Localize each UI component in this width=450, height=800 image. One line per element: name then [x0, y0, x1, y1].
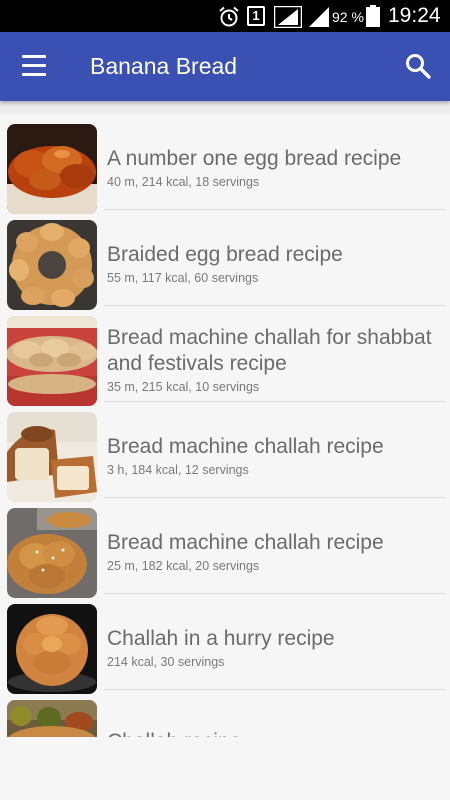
recipe-title: Bread machine challah recipe — [107, 530, 384, 554]
recipe-thumbnail — [7, 700, 97, 737]
page-title: Banana Bread — [90, 53, 238, 79]
signal-icon — [274, 6, 302, 28]
recipe-title: Braided egg bread recipe — [107, 242, 343, 266]
recipe-thumbnail — [7, 220, 97, 310]
recipe-meta: 55 m, 117 kcal, 60 servings — [107, 270, 259, 285]
recipe-thumbnail — [7, 124, 97, 214]
recipe-title: Bread machine challah recipe — [107, 434, 384, 458]
sim-icon: 1 — [247, 6, 265, 26]
list-item[interactable]: Challah recipe — [0, 690, 450, 737]
recipe-meta: 35 m, 215 kcal, 10 servings — [107, 379, 260, 394]
recipe-thumbnail — [7, 412, 97, 502]
recipe-meta: 25 m, 182 kcal, 20 servings — [107, 558, 260, 573]
list-item[interactable]: Challah in a hurry recipe 214 kcal, 30 s… — [0, 594, 450, 694]
recipe-title: A number one egg bread recipe — [107, 146, 402, 170]
clock: 19:24 — [388, 4, 441, 27]
search-icon[interactable] — [404, 52, 432, 80]
list-item[interactable]: A number one egg bread recipe 40 m, 214 … — [0, 114, 450, 214]
menu-icon[interactable] — [22, 55, 48, 77]
list-item[interactable]: Bread machine challah for shabbat and fe… — [0, 306, 450, 406]
recipe-meta: 3 h, 184 kcal, 12 servings — [107, 462, 249, 477]
app-bar: Banana Bread — [0, 32, 450, 101]
battery-percent: 92 % — [332, 9, 364, 25]
recipe-title: Bread machine challah for shabbat and fe… — [107, 325, 432, 375]
recipe-title: Challah in a hurry recipe — [107, 626, 335, 650]
list-item[interactable]: Bread machine challah recipe 3 h, 184 kc… — [0, 402, 450, 502]
recipe-list[interactable]: A number one egg bread recipe 40 m, 214 … — [0, 114, 450, 737]
recipe-meta: 214 kcal, 30 servings — [107, 654, 225, 669]
battery-icon — [366, 5, 380, 27]
alarm-icon — [219, 6, 239, 27]
signal-icon-2 — [309, 7, 329, 27]
recipe-title: Challah recipe — [107, 729, 442, 738]
recipe-meta: 40 m, 214 kcal, 18 servings — [107, 174, 260, 189]
list-item[interactable]: Bread machine challah recipe 25 m, 182 k… — [0, 498, 450, 598]
recipe-thumbnail — [7, 508, 97, 598]
list-item[interactable]: Braided egg bread recipe 55 m, 117 kcal,… — [0, 210, 450, 310]
status-bar: 1 92 % 19:24 — [0, 0, 450, 32]
bottom-area — [0, 737, 450, 800]
recipe-thumbnail — [7, 604, 97, 694]
recipe-thumbnail — [7, 316, 97, 406]
